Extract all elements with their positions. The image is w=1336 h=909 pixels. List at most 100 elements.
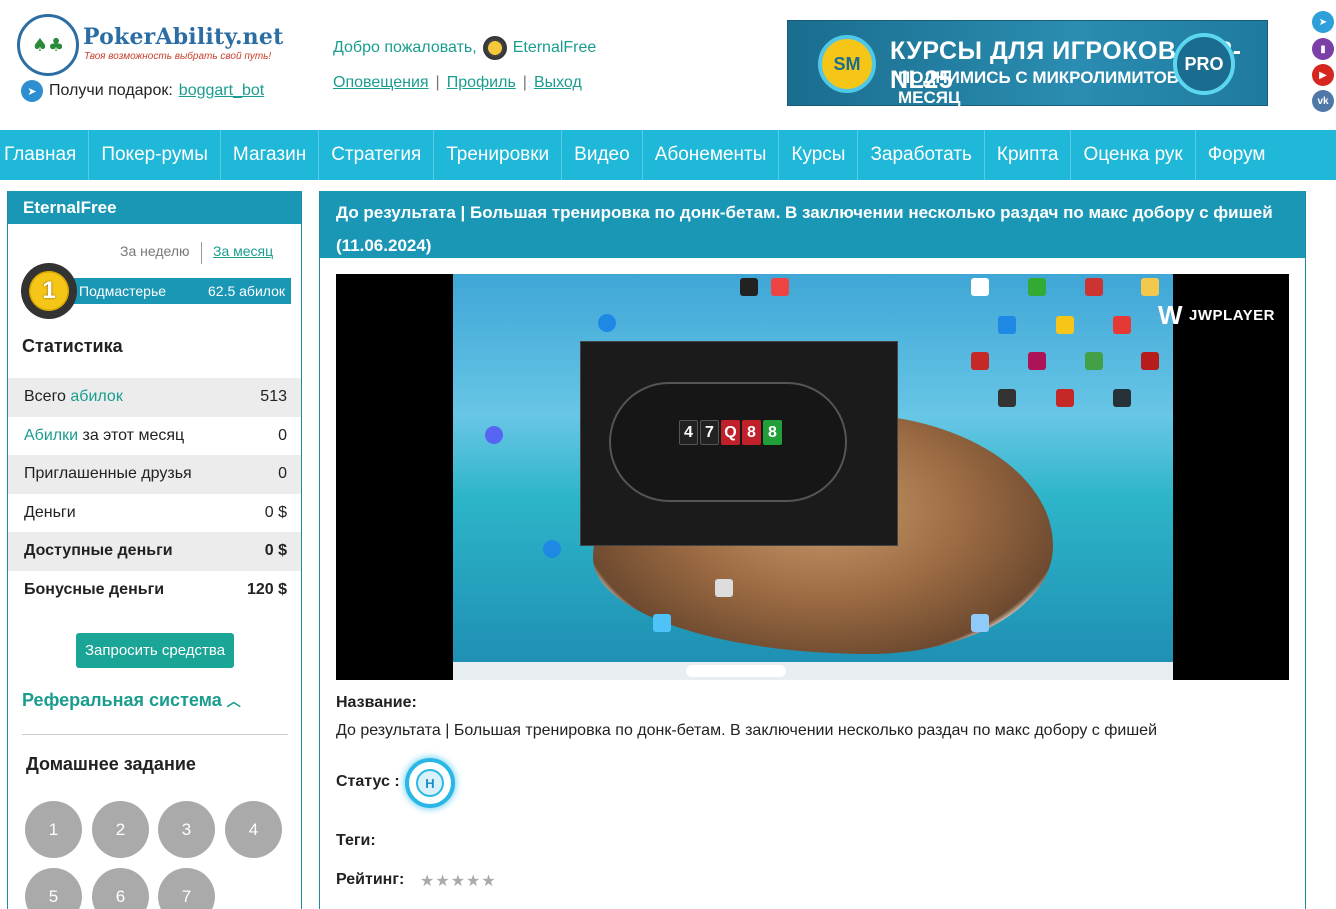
nav-courses[interactable]: Курсы bbox=[779, 130, 859, 180]
status-label: Статус : bbox=[336, 773, 400, 790]
stat-row-total-abilki: Всего абилок 513 bbox=[8, 378, 301, 417]
app-icon bbox=[971, 352, 989, 370]
status-badge: H bbox=[405, 758, 455, 808]
logout-link[interactable]: Выход bbox=[534, 74, 582, 91]
training-title: До результата | Большая тренировка по до… bbox=[320, 191, 1305, 258]
nav-poker-rooms[interactable]: Покер-румы bbox=[89, 130, 221, 180]
board-card: Q bbox=[721, 420, 740, 445]
stat-label-text: Всего bbox=[24, 388, 71, 406]
user-rank-coin-icon bbox=[482, 36, 507, 60]
header-username[interactable]: EternalFree bbox=[513, 39, 597, 57]
board-card: 8 bbox=[742, 420, 761, 445]
period-week-tab[interactable]: За неделю bbox=[120, 243, 190, 259]
rating-stars[interactable]: ★★★★★ bbox=[420, 871, 497, 890]
nav-forum[interactable]: Форум bbox=[1196, 130, 1278, 180]
app-icon bbox=[1113, 316, 1131, 334]
nav-shop[interactable]: Магазин bbox=[221, 130, 320, 180]
board-card: 8 bbox=[763, 420, 782, 445]
app-icon bbox=[740, 278, 758, 296]
logo-icon[interactable]: ♠♣ bbox=[17, 14, 79, 76]
app-icon bbox=[998, 316, 1016, 334]
gift-bot-link[interactable]: boggart_bot bbox=[179, 82, 264, 100]
homework-title: Домашнее задание bbox=[26, 754, 196, 774]
vk-icon[interactable]: vk bbox=[1312, 90, 1334, 112]
homework-item[interactable]: 7 bbox=[158, 868, 215, 909]
nav-earn[interactable]: Заработать bbox=[858, 130, 985, 180]
rank-points: 62.5 абилок bbox=[208, 283, 285, 299]
discord-icon bbox=[485, 426, 503, 444]
jwplayer-brand: JWPLAYER bbox=[1189, 307, 1275, 324]
monitor-icon bbox=[653, 614, 671, 632]
homework-item[interactable]: 4 bbox=[225, 801, 282, 858]
rating-label: Рейтинг: bbox=[336, 871, 405, 888]
period-divider bbox=[201, 242, 202, 264]
banner-sm-badge: SM bbox=[818, 35, 876, 93]
request-funds-button[interactable]: Запросить средства bbox=[76, 633, 234, 668]
nav-video[interactable]: Видео bbox=[562, 130, 643, 180]
taskbar-search bbox=[686, 665, 786, 677]
folder-icon bbox=[1141, 278, 1159, 296]
name-label: Название: bbox=[336, 694, 417, 711]
jwplayer-w-icon: W bbox=[1157, 300, 1184, 330]
video-player[interactable]: 4 7 Q 8 8 W JWPLAYER bbox=[336, 274, 1289, 680]
stat-label: Абилки за этот месяц bbox=[24, 427, 184, 445]
welcome-text: Добро пожаловать, bbox=[333, 39, 477, 56]
abilki-link[interactable]: Абилки bbox=[24, 427, 78, 444]
nav-strategy[interactable]: Стратегия bbox=[319, 130, 435, 180]
app-icon bbox=[1056, 389, 1074, 407]
notifications-link[interactable]: Оповещения bbox=[333, 74, 429, 91]
stat-label: Приглашенные друзья bbox=[24, 465, 192, 483]
nav-home[interactable]: Главная bbox=[0, 130, 90, 180]
divider bbox=[22, 734, 288, 735]
board-card: 4 bbox=[679, 420, 698, 445]
app-icon bbox=[1141, 352, 1159, 370]
homework-item[interactable]: 6 bbox=[92, 868, 149, 909]
status-badge-letter: H bbox=[416, 769, 444, 797]
app-icon bbox=[998, 389, 1016, 407]
jwplayer-logo: W JWPLAYER bbox=[1158, 300, 1275, 331]
courses-banner[interactable]: SM КУРСЫ ДЛЯ ИГРОКОВ NL2-NL25 ПОДНИМИСЬ … bbox=[787, 20, 1268, 107]
board-card: 7 bbox=[700, 420, 719, 445]
homework-item[interactable]: 1 bbox=[25, 801, 82, 858]
skype-icon bbox=[543, 540, 561, 558]
logo-domain: .net bbox=[234, 24, 284, 50]
profile-link[interactable]: Профиль bbox=[447, 74, 516, 91]
board-cards: 4 7 Q 8 8 bbox=[679, 420, 782, 445]
stats-list: Всего абилок 513 Абилки за этот месяц 0 … bbox=[8, 378, 301, 609]
telegram-icon: ➤ bbox=[21, 80, 43, 102]
user-sidebar: EternalFree За неделю За месяц Подмастер… bbox=[7, 191, 302, 909]
logo-text[interactable]: PokerAbility.net bbox=[83, 24, 283, 50]
twitch-icon[interactable]: ▮ bbox=[1312, 38, 1334, 60]
stat-value: 0 bbox=[278, 465, 287, 483]
telegram-icon[interactable]: ➤ bbox=[1312, 11, 1334, 33]
video-frame-desktop: 4 7 Q 8 8 bbox=[453, 274, 1173, 680]
homework-item[interactable]: 3 bbox=[158, 801, 215, 858]
stat-row-month-abilki: Абилки за этот месяц 0 bbox=[8, 417, 301, 456]
rank-name: Подмастерье bbox=[79, 283, 167, 299]
youtube-icon[interactable]: ▶ bbox=[1312, 64, 1334, 86]
stat-value: 0 $ bbox=[264, 503, 287, 521]
nav-crypto[interactable]: Крипта bbox=[985, 130, 1072, 180]
nav-subscriptions[interactable]: Абонементы bbox=[643, 130, 780, 180]
nav-hand-review[interactable]: Оценка рук bbox=[1071, 130, 1196, 180]
chevron-up-icon: ︿ bbox=[226, 693, 241, 709]
homework-item[interactable]: 2 bbox=[92, 801, 149, 858]
period-month-tab[interactable]: За месяц bbox=[213, 243, 273, 259]
welcome-row: Добро пожаловать, EternalFree bbox=[333, 36, 596, 60]
abilki-link[interactable]: абилок bbox=[70, 388, 122, 405]
stat-value: 0 $ bbox=[264, 542, 287, 560]
app-icon bbox=[715, 579, 733, 597]
warning-icon bbox=[1056, 316, 1074, 334]
app-icon bbox=[971, 278, 989, 296]
stat-row-bonus-money: Бонусные деньги 120 $ bbox=[8, 571, 301, 610]
gift-row: ➤ Получи подарок: boggart_bot bbox=[21, 80, 264, 102]
poker-table-window: 4 7 Q 8 8 bbox=[580, 341, 898, 546]
app-icon bbox=[771, 278, 789, 296]
training-content: До результата | Большая тренировка по до… bbox=[319, 191, 1306, 909]
nav-trainings[interactable]: Тренировки bbox=[434, 130, 563, 180]
name-value: До результата | Большая тренировка по до… bbox=[336, 722, 1158, 739]
homework-item[interactable]: 5 bbox=[25, 868, 82, 909]
browser-icon bbox=[598, 314, 616, 332]
referral-toggle[interactable]: Реферальная система ︿ bbox=[22, 690, 241, 711]
logo-tagline: Твоя возможность выбрать свой путь! bbox=[84, 51, 272, 62]
